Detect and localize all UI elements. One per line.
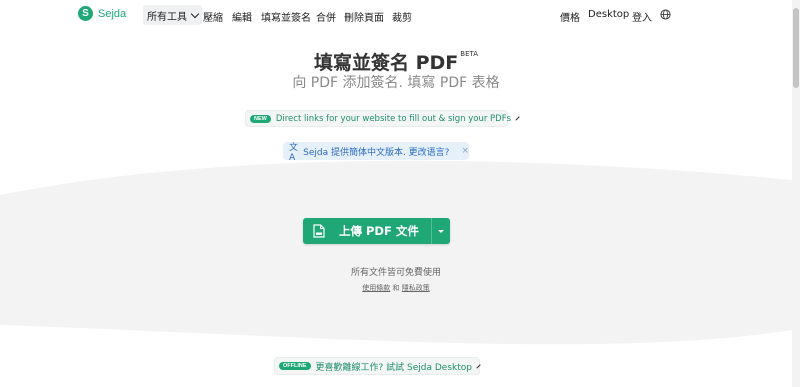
- page-scrollbar[interactable]: [792, 0, 800, 387]
- upload-pdf-button[interactable]: 上傳 PDF 文件: [303, 218, 450, 244]
- new-badge: NEW: [250, 114, 271, 123]
- and-text: 和: [392, 284, 400, 292]
- nav-desktop[interactable]: Desktop: [588, 9, 629, 20]
- all-tools-label: 所有工具: [147, 11, 187, 23]
- page-title: 填寫並簽名 PDF BETA: [0, 48, 792, 75]
- chevron-right-icon: [515, 116, 520, 121]
- nav-crop[interactable]: 裁剪: [392, 9, 412, 24]
- beta-label: BETA: [460, 50, 479, 58]
- privacy-link[interactable]: 隱私政策: [402, 284, 430, 292]
- offline-text: 更喜歡離線工作? 試試 Sejda Desktop: [315, 362, 472, 373]
- upload-label: 上傳 PDF 文件: [339, 224, 419, 238]
- nav-delete-pages[interactable]: 刪除頁面: [344, 9, 384, 24]
- wave-background: [0, 160, 792, 345]
- caret-down-icon: [438, 229, 444, 233]
- chevron-down-icon: [190, 9, 200, 18]
- top-nav: S Sejda 所有工具 壓縮 編輯 填寫並簽名 合併 刪除頁面 裁剪 價格 D…: [0, 0, 792, 30]
- nav-compress[interactable]: 壓縮: [203, 9, 223, 24]
- offline-badge: OFFLINE: [279, 362, 311, 370]
- chevron-right-icon: [476, 363, 481, 369]
- offline-banner[interactable]: OFFLINE 更喜歡離線工作? 試試 Sejda Desktop: [274, 357, 481, 375]
- page-title-text: 填寫並簽名 PDF: [313, 52, 459, 74]
- nav-pricing[interactable]: 價格: [560, 9, 580, 24]
- terms-link[interactable]: 使用條款: [362, 284, 390, 292]
- upload-options-dropdown[interactable]: [431, 218, 450, 244]
- brand-name: Sejda: [98, 7, 127, 20]
- promo-text: Direct links for your website to fill ou…: [275, 113, 512, 124]
- free-notice: 所有文件皆可免費使用: [350, 268, 441, 278]
- language-notice-text: Sejda 提供簡体中文版本. 更改语言?: [303, 147, 450, 158]
- language-notice[interactable]: 文A Sejda 提供簡体中文版本. 更改语言? ×: [283, 142, 469, 163]
- page-subtitle: 向 PDF 添加簽名. 填寫 PDF 表格: [292, 75, 500, 91]
- pdf-file-icon: [313, 224, 325, 238]
- all-tools-dropdown[interactable]: 所有工具: [143, 5, 202, 25]
- globe-icon[interactable]: [660, 9, 671, 20]
- nav-edit[interactable]: 編輯: [232, 9, 252, 24]
- nav-fill-sign[interactable]: 填寫並簽名: [261, 9, 311, 24]
- nav-merge[interactable]: 合併: [316, 9, 336, 24]
- scrollbar-thumb[interactable]: [793, 8, 799, 88]
- sejda-logo[interactable]: S Sejda: [78, 6, 126, 21]
- terms-line: 使用條款 和 隱私政策: [0, 283, 792, 293]
- close-icon[interactable]: ×: [461, 146, 469, 156]
- nav-login[interactable]: 登入: [632, 9, 652, 24]
- promo-banner[interactable]: NEW Direct links for your website to fil…: [245, 110, 520, 127]
- sejda-logo-icon: S: [78, 6, 93, 21]
